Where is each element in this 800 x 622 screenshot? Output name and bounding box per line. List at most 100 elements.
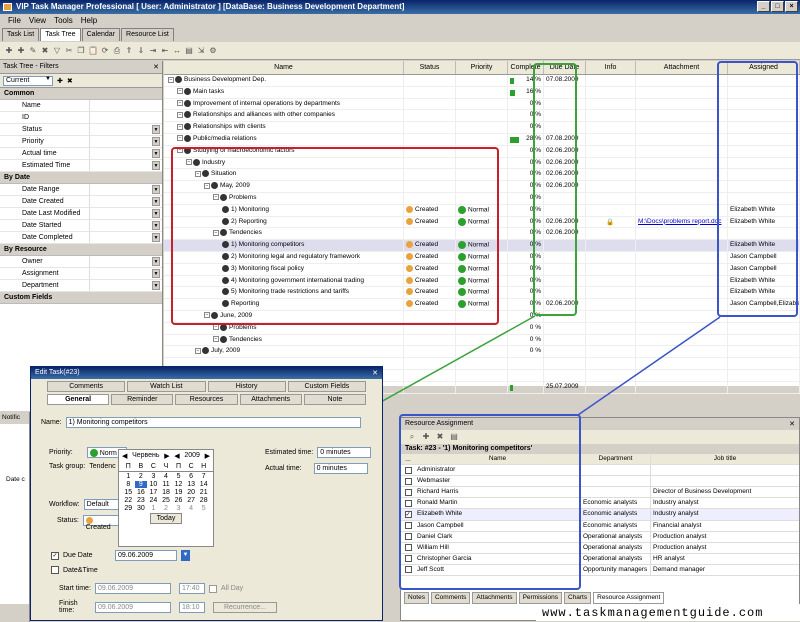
resource-department: Operational analysts [581,531,651,542]
panel-close-icon[interactable]: ✕ [789,420,795,428]
calendar-day[interactable]: 14 [197,481,210,488]
calendar-dropdown-icon[interactable]: ▼ [181,550,190,561]
bottom-tab[interactable]: Charts [563,592,592,604]
tab-note[interactable]: Note [303,394,367,405]
bottom-tabs: Notes Comments Attachments Permissions Chart… [404,592,724,604]
calendar-day[interactable]: 4 [185,505,198,512]
workflow-label: Workflow: [49,501,80,508]
tab-general[interactable]: General [47,394,110,405]
tab-attachments[interactable]: Attachments [239,394,302,405]
status-icon [85,517,93,524]
due-date-input[interactable]: 09.06.2009 [115,550,177,561]
calendar-day[interactable]: 9 [134,481,148,488]
calendar-day[interactable]: 1 [147,505,160,512]
calendar-day[interactable]: 22 [122,497,135,504]
tab-history[interactable]: History [207,381,286,392]
edit-dialog-title: Edit Task(#23) [35,369,80,376]
calendar-day[interactable]: 12 [172,481,185,488]
estimated-time-select[interactable]: 0 minutes [317,447,372,458]
calendar-day[interactable]: 11 [160,481,173,488]
dialog-close-icon[interactable]: ✕ [372,369,378,377]
calendar-day[interactable]: 30 [135,505,148,512]
actual-time-select[interactable]: 0 minutes [313,463,368,474]
next-year-icon[interactable]: ▶ [205,452,210,460]
calendar-year[interactable]: 2009 [184,452,200,460]
resource-col-job-title[interactable]: Job title [651,454,799,464]
calendar-day[interactable]: 26 [172,497,185,504]
calendar-day[interactable]: 24 [147,497,160,504]
due-date-label: Due Date [63,552,93,559]
next-month-icon[interactable]: ▶ [164,452,169,460]
status-value: Created [85,524,111,532]
bottom-tab[interactable]: Resource Assignment [593,592,665,604]
resource-department [581,487,651,498]
bottom-tab[interactable]: Comments [430,592,471,604]
start-date-input[interactable]: 09.06.2009 [95,583,171,594]
calendar-day[interactable]: 7 [197,473,210,480]
recurrence-button[interactable]: Recurrence... [213,601,278,613]
priority-label: Priority: [49,449,73,456]
calendar-day[interactable]: 28 [197,497,210,504]
calendar-day[interactable]: 2 [160,505,173,512]
notification-panel: Notific Date c [0,412,30,622]
calendar-day[interactable]: 10 [147,481,160,488]
calendar-day[interactable]: 27 [185,497,198,504]
calendar-day[interactable]: 8 [122,481,135,488]
calendar-day[interactable]: 3 [147,473,160,480]
calendar-day[interactable]: 15 [122,489,135,496]
calendar-day[interactable]: 1 [122,473,135,480]
tab-comments[interactable]: Comments [47,381,126,392]
tab-watch-list[interactable]: Watch List [127,381,206,392]
resource-job-title [651,465,799,475]
task-group-label: Task group: [49,463,86,470]
calendar-day[interactable]: 5 [197,505,210,512]
calendar-weekdays: ПВСЧПСН [119,462,213,472]
datetime-checkbox[interactable] [51,566,59,574]
calendar-day[interactable]: 18 [160,489,173,496]
resource-job-title: Financial analyst [653,521,702,529]
resource-department: Operational analysts [581,553,651,564]
resource-department [581,465,651,476]
tab-reminder[interactable]: Reminder [111,394,174,405]
calendar-day[interactable]: 6 [185,473,198,480]
finish-time-input[interactable]: 18:10 [179,601,205,613]
calendar-month[interactable]: Червень [132,452,160,460]
status-select[interactable]: Created [82,515,121,531]
prev-month-icon[interactable]: ◀ [122,452,127,460]
task-group-value[interactable]: Tendenc [89,463,115,470]
calendar-day[interactable]: 3 [172,505,185,512]
calendar-day[interactable]: 17 [147,489,160,496]
priority-icon [89,449,98,457]
bottom-tab[interactable]: Notes [404,592,429,604]
name-input[interactable]: 1) Monitoring competitors [65,417,361,428]
finish-date-input[interactable]: 09.06.2009 [95,601,171,613]
prev-year-icon[interactable]: ◀ [174,452,179,460]
tab-custom-fields[interactable]: Custom Fields [287,381,366,392]
calendar-day[interactable]: 5 [172,473,185,480]
resource-department: Economic analysts [581,509,651,520]
calendar-day[interactable]: 13 [185,481,198,488]
calendar-day[interactable]: 25 [160,497,173,504]
weekday-label: П [176,463,182,470]
calendar-day[interactable]: 23 [135,497,148,504]
bottom-tab[interactable]: Permissions [518,592,562,604]
all-day-checkbox[interactable] [209,584,217,593]
all-day-label: All Day [221,585,244,592]
resource-department: Opportunity managers [581,564,651,576]
today-button[interactable]: Today [149,513,183,524]
tab-resources[interactable]: Resources [175,394,238,405]
start-time-input[interactable]: 17:40 [179,583,205,594]
calendar-day[interactable]: 19 [172,489,185,496]
resource-job-title: Industry analyst [653,499,699,507]
calendar-day[interactable]: 16 [135,489,148,496]
calendar-day[interactable]: 2 [135,473,148,480]
resource-job-title: Director of Business Development [653,488,752,496]
bottom-tab[interactable]: Attachments [472,592,517,604]
due-date-checkbox[interactable]: ✓ [51,551,59,560]
calendar-day[interactable]: 21 [197,489,210,496]
calendar-day[interactable]: 29 [122,505,135,512]
date-picker-popup: ◀ Червень ▶ ◀ 2009 ▶ ПВСЧПСН 1 2 3 4 5 6 7 8 9 10… [118,449,214,547]
calendar-day[interactable]: 4 [160,473,173,480]
calendar-day[interactable]: 20 [185,489,198,496]
resource-col-department[interactable]: Department [581,454,651,465]
